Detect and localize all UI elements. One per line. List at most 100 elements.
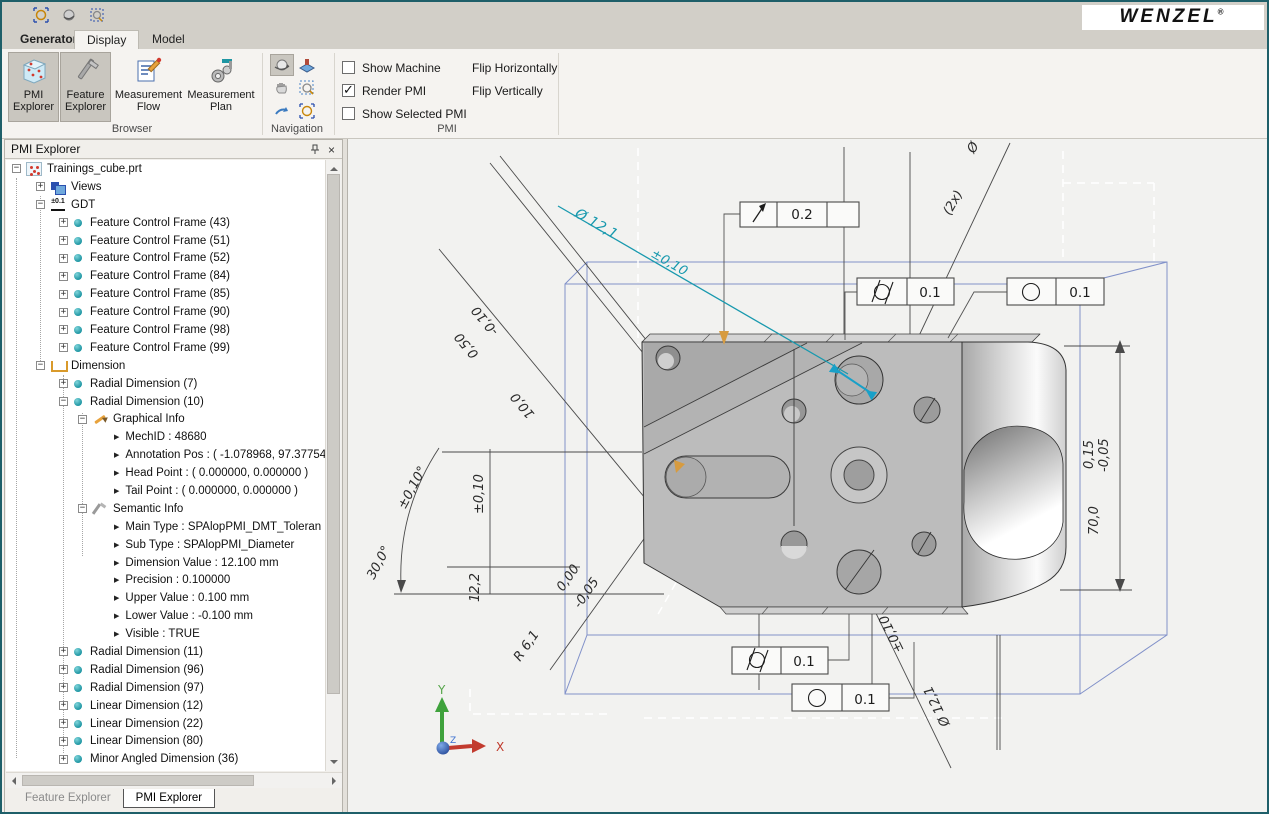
tree-vertical-scrollbar[interactable] — [325, 160, 341, 771]
tree-item[interactable]: ▶Precision : 0.100000 — [6, 571, 325, 589]
tab-display[interactable]: Display — [74, 30, 139, 49]
tree-item[interactable]: +Views — [6, 178, 325, 196]
expand-icon[interactable]: + — [59, 647, 68, 656]
tree-item[interactable]: +Minor Angled Dimension (36) — [6, 750, 325, 768]
selected-dim-diameter[interactable]: Ø 12,1 — [571, 205, 620, 243]
expand-icon[interactable]: + — [59, 290, 68, 299]
collapse-icon[interactable]: − — [36, 200, 45, 209]
dim-bottom-tol[interactable]: ±0,10 — [877, 612, 908, 654]
dim-100[interactable]: 10,0 — [508, 389, 538, 421]
checkbox-show-selected-pmi[interactable]: Show Selected PMI — [342, 102, 467, 125]
expand-icon[interactable]: + — [59, 737, 68, 746]
zoom-region-icon[interactable] — [295, 77, 319, 99]
dim-angle[interactable]: 30,0° — [364, 544, 394, 582]
part-top-face[interactable] — [642, 334, 1040, 342]
feature-explorer-button[interactable]: FeatureExplorer — [60, 52, 111, 122]
expand-icon[interactable]: + — [59, 218, 68, 227]
fcf-circ-top-value[interactable]: 0.1 — [1069, 285, 1090, 301]
expand-icon[interactable]: + — [59, 379, 68, 388]
tree-item[interactable]: +Feature Control Frame (90) — [6, 303, 325, 321]
zoom-all-icon[interactable] — [295, 100, 319, 122]
collapse-icon[interactable]: − — [59, 397, 68, 406]
tree-item[interactable]: −Dimension — [6, 357, 325, 375]
tab-pmi-explorer[interactable]: PMI Explorer — [123, 789, 215, 808]
tree-item[interactable]: −Radial Dimension (10) — [6, 393, 325, 411]
fcf-cyl-bottom-value[interactable]: 0.1 — [793, 654, 814, 670]
hole-bottom-center[interactable] — [837, 550, 881, 594]
checkbox-render-pmi[interactable]: ✓ Render PMI — [342, 79, 467, 102]
dim-700[interactable]: 70,0 — [1087, 506, 1102, 535]
dim-015[interactable]: 0,15 — [1082, 440, 1097, 469]
rotate-view-icon[interactable] — [60, 6, 78, 24]
expand-icon[interactable]: + — [59, 755, 68, 764]
tree-item[interactable]: ▶Visible : TRUE — [6, 625, 325, 643]
expand-icon[interactable]: + — [59, 719, 68, 728]
tree-item[interactable]: −±0.1GDT — [6, 196, 325, 214]
tree-item[interactable]: +Feature Control Frame (85) — [6, 285, 325, 303]
tree-item[interactable]: ▶Upper Value : 0.100 mm — [6, 589, 325, 607]
tree-item[interactable]: +Radial Dimension (97) — [6, 679, 325, 697]
previous-view-icon[interactable] — [270, 100, 294, 122]
expand-icon[interactable]: + — [36, 182, 45, 191]
dim-122[interactable]: 12,2 — [468, 573, 483, 602]
dim-050[interactable]: 0,50 — [452, 329, 482, 361]
tree-item[interactable]: +Radial Dimension (96) — [6, 661, 325, 679]
checkbox-show-machine[interactable]: Show Machine — [342, 56, 467, 79]
part[interactable] — [642, 334, 1066, 614]
pan-hand-icon[interactable] — [270, 77, 294, 99]
collapse-icon[interactable]: − — [78, 415, 87, 424]
counterbore-inner[interactable] — [844, 460, 874, 490]
expand-icon[interactable]: + — [59, 665, 68, 674]
expand-icon[interactable]: + — [59, 236, 68, 245]
dim-m005[interactable]: -0,05 — [1097, 438, 1112, 472]
expand-icon[interactable]: + — [59, 343, 68, 352]
tree-item[interactable]: −Trainings_cube.prt — [6, 160, 325, 178]
scrollbar-thumb[interactable] — [327, 174, 340, 694]
flip-horizontally-button[interactable]: Flip Horizontally — [472, 56, 557, 79]
tree-item[interactable]: ▶Tail Point : ( 0.000000, 0.000000 ) — [6, 482, 325, 500]
cylinder-cutout[interactable] — [964, 426, 1063, 559]
pmi-explorer-button[interactable]: PMIExplorer — [8, 52, 59, 122]
checkbox-box[interactable]: ✓ — [342, 84, 355, 97]
dim-050-tol[interactable]: -0,10 — [469, 303, 502, 338]
tree-item[interactable]: ▶MechID : 48680 — [6, 428, 325, 446]
tree-item[interactable]: +Linear Dimension (22) — [6, 715, 325, 733]
tree-item[interactable]: ▶Main Type : SPAlopPMI_DMT_Toleran — [6, 518, 325, 536]
close-icon[interactable]: × — [324, 142, 339, 157]
expand-icon[interactable]: + — [59, 701, 68, 710]
expand-icon[interactable]: + — [59, 325, 68, 334]
dim-radius[interactable]: R 6,1 — [511, 628, 543, 664]
expand-icon[interactable]: + — [59, 308, 68, 317]
fcf-cyl-top-value[interactable]: 0.1 — [919, 285, 940, 301]
tree-item[interactable]: ▶Lower Value : -0.100 mm — [6, 607, 325, 625]
dim-bottom-dia[interactable]: Ø 12,1 — [921, 683, 954, 729]
selected-dim-tolerance[interactable]: ±0,10 — [648, 246, 690, 279]
flip-vertically-button[interactable]: Flip Vertically — [472, 79, 557, 102]
tree-item[interactable]: +Feature Control Frame (84) — [6, 267, 325, 285]
tab-feature-explorer[interactable]: Feature Explorer — [13, 789, 123, 807]
cad-scene[interactable]: 0.2 0.1 0.1 0.1 0.1 -0,10 0,50 10,0 ±0,1… — [348, 139, 1267, 812]
collapse-icon[interactable]: − — [36, 361, 45, 370]
fcf-runout-value[interactable]: 0.2 — [791, 207, 812, 223]
scrollbar-thumb[interactable] — [22, 775, 254, 786]
tree-item[interactable]: +Linear Dimension (80) — [6, 733, 325, 751]
dim-angle-tol[interactable]: ±0,10° — [395, 464, 430, 512]
tree-item[interactable]: +Feature Control Frame (52) — [6, 249, 325, 267]
collapse-icon[interactable]: − — [12, 164, 21, 173]
tree-item[interactable]: +Feature Control Frame (98) — [6, 321, 325, 339]
zoom-window-icon[interactable] — [88, 6, 106, 24]
tree-item[interactable]: −Graphical Info — [6, 410, 325, 428]
tree-item[interactable]: +Feature Control Frame (51) — [6, 232, 325, 250]
tree-item[interactable]: +Radial Dimension (7) — [6, 375, 325, 393]
expand-icon[interactable]: + — [59, 683, 68, 692]
tab-model[interactable]: Model — [140, 30, 197, 49]
expand-icon[interactable]: + — [59, 272, 68, 281]
checkbox-box[interactable] — [342, 61, 355, 74]
tree-item[interactable]: +Feature Control Frame (99) — [6, 339, 325, 357]
measurement-flow-button[interactable]: MeasurementFlow — [112, 52, 185, 122]
tree-item[interactable]: ▶Annotation Pos : ( -1.078968, 97.37754 — [6, 446, 325, 464]
zoom-fit-icon[interactable] — [32, 6, 50, 24]
dim-vtol[interactable]: ±0,10 — [472, 474, 487, 514]
tree-item[interactable]: −Semantic Info — [6, 500, 325, 518]
measurement-plan-button[interactable]: MeasurementPlan — [186, 52, 256, 122]
